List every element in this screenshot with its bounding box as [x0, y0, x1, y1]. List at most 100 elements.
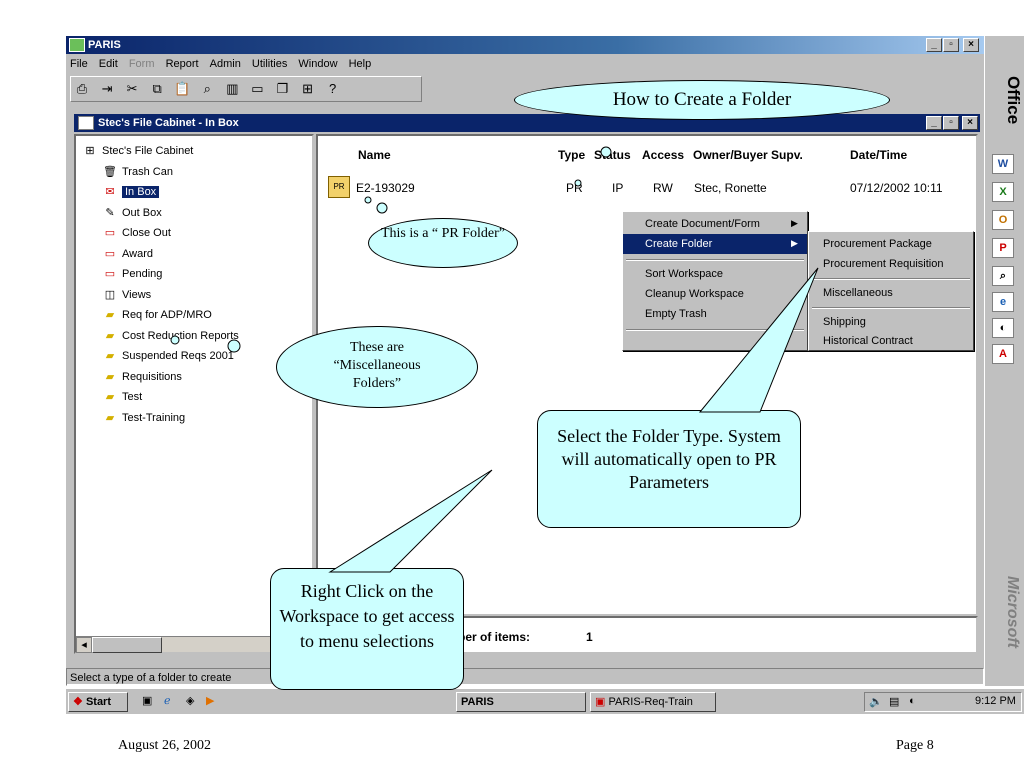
toolbar: ⎙ ⇥ ✂ ⧉ 📋 ⌕ ▥ ▭ ❐ ⊞ ?	[70, 76, 422, 102]
tree-item[interactable]: ▭ Close Out	[102, 224, 171, 242]
speaker-icon[interactable]: 🔈	[869, 695, 883, 708]
window-icon[interactable]: ▭	[248, 80, 266, 98]
tree-item[interactable]: ▰ Requisitions	[102, 368, 182, 386]
copy-icon[interactable]: ⧉	[148, 80, 166, 98]
help-icon[interactable]: ?	[324, 80, 342, 98]
submenu-historical-contract[interactable]: Historical Contract	[809, 331, 973, 351]
paste-icon[interactable]: 📋	[173, 80, 191, 98]
submenu-miscellaneous[interactable]: Miscellaneous	[809, 283, 973, 303]
tree-item[interactable]: ▭ Pending	[102, 265, 163, 283]
task-req-label: PARIS-Req-Train	[608, 696, 693, 708]
menu-admin[interactable]: Admin	[210, 58, 241, 70]
menu-window[interactable]: Window	[298, 58, 337, 70]
tile-icon[interactable]: ⊞	[299, 80, 317, 98]
app-title: PARIS	[88, 39, 121, 51]
cabinet-maximize-button[interactable]: ▫	[943, 116, 959, 130]
submenu-procurement-requisition[interactable]: Procurement Requisition	[809, 254, 973, 274]
tree-item-label: Test	[122, 391, 143, 403]
col-status[interactable]: Status	[594, 148, 631, 162]
minimize-button[interactable]: _	[926, 38, 942, 52]
quicklaunch-desktop-icon[interactable]: ▣	[142, 694, 152, 707]
row-owner: Stec, Ronette	[694, 181, 767, 195]
tree-item[interactable]: ▰ Cost Reduction Reports	[102, 327, 239, 345]
tray-app-icon[interactable]: ◐	[909, 695, 916, 707]
menu-create-document[interactable]: Create Document/Form	[623, 214, 807, 234]
col-type[interactable]: Type	[558, 148, 585, 162]
tree-item[interactable]: ▰ Test	[102, 388, 142, 406]
quicklaunch-media-icon[interactable]: ▶	[206, 694, 214, 707]
start-button[interactable]: ❖ Start	[68, 692, 128, 712]
menu-form[interactable]: Form	[129, 58, 155, 70]
inbox-icon: ✉	[105, 186, 115, 198]
tree-item[interactable]: ▰ Test-Training	[102, 409, 185, 427]
quicklaunch-ie-icon[interactable]: ℯ	[164, 694, 171, 707]
tree-item[interactable]: ✎ Out Box	[102, 204, 161, 222]
start-label: Start	[85, 696, 111, 708]
tree-item[interactable]: 🗑 Trash Can	[102, 163, 173, 181]
tree-item-label: Views	[122, 288, 152, 301]
tree-item[interactable]: ⊞ Stec's File Cabinet	[82, 142, 193, 160]
scroll-thumb[interactable]	[92, 637, 162, 653]
row-type: PR	[566, 181, 583, 195]
excel-icon[interactable]: X	[992, 182, 1014, 202]
menu-empty-trash[interactable]: Empty Trash	[623, 304, 807, 324]
tree-item[interactable]: ▰ Suspended Reqs 2001	[102, 347, 234, 365]
tree-item-label: Close Out	[122, 227, 171, 239]
tree-item[interactable]: ▭ Award	[102, 245, 153, 263]
menu-cleanup-workspace[interactable]: Cleanup Workspace	[623, 284, 807, 304]
scroll-left-icon[interactable]: ◂	[76, 637, 92, 653]
item-count-label: ber of items:	[458, 630, 531, 644]
task-paris-req-train[interactable]: ▣ PARIS-Req-Train	[590, 692, 716, 712]
menu-report[interactable]: Report	[166, 58, 199, 70]
col-access[interactable]: Access	[642, 148, 684, 162]
close-button[interactable]: ×	[963, 38, 979, 52]
views-icon: ◫	[104, 288, 116, 301]
cut-icon[interactable]: ✂	[123, 80, 141, 98]
menu-separator	[626, 329, 804, 331]
tree-item[interactable]: ◫ Views	[102, 286, 151, 304]
menu-create-folder[interactable]: Create Folder	[623, 234, 807, 254]
cabinet-minimize-button[interactable]: _	[926, 116, 942, 130]
explorer-icon[interactable]: ⌕	[992, 266, 1014, 286]
ie-icon[interactable]: e	[992, 292, 1014, 312]
columns-icon[interactable]: ▥	[223, 80, 241, 98]
col-owner[interactable]: Owner/Buyer Supv.	[693, 148, 803, 162]
quicklaunch-channels-icon[interactable]: ◈	[186, 694, 194, 707]
status-bar: Select a type of a folder to create	[66, 668, 984, 686]
cabinet-close-button[interactable]: ×	[962, 116, 978, 130]
tree-item[interactable]: ✉ In Box	[102, 183, 160, 201]
menu-sort-workspace[interactable]: Sort Workspace	[623, 264, 807, 284]
menu-file[interactable]: File	[70, 58, 88, 70]
col-name[interactable]: Name	[358, 148, 391, 162]
print-icon[interactable]: ⎙	[73, 80, 91, 98]
network-icon[interactable]: ▤	[889, 695, 899, 708]
task-paris[interactable]: PARIS	[456, 692, 586, 712]
cascade-icon[interactable]: ❐	[274, 80, 292, 98]
taskbar: ❖ Start ▣ ℯ ◈ ▶ PARIS ▣ PARIS-Req-Train …	[66, 688, 1024, 714]
submenu-shipping[interactable]: Shipping	[809, 312, 973, 332]
folder-icon: ▰	[105, 309, 115, 321]
outlook-icon[interactable]: O	[992, 210, 1014, 230]
row-name[interactable]: E2-193029	[356, 181, 415, 195]
powerpoint-icon[interactable]: P	[992, 238, 1014, 258]
menu-help[interactable]: Help	[349, 58, 372, 70]
col-datetime[interactable]: Date/Time	[850, 148, 907, 162]
pr-folder-icon[interactable]: PR	[328, 176, 350, 198]
menu-edit[interactable]: Edit	[99, 58, 118, 70]
tree-item-label: Cost Reduction Reports	[122, 329, 239, 342]
tree-item-label: Stec's File Cabinet	[102, 145, 194, 157]
exit-icon[interactable]: ⇥	[98, 80, 116, 98]
tray-app-icon[interactable]: ◐	[992, 318, 1014, 338]
app-logo-icon	[69, 38, 85, 52]
tree-item-label: In Box	[122, 186, 160, 198]
menu-separator	[626, 259, 804, 261]
acrobat-icon[interactable]: A	[992, 344, 1014, 364]
find-icon[interactable]: ⌕	[198, 80, 216, 98]
menu-utilities[interactable]: Utilities	[252, 58, 287, 70]
word-icon[interactable]: W	[992, 154, 1014, 174]
submenu-procurement-package[interactable]: Procurement Package	[809, 234, 973, 254]
menu-separator	[812, 307, 970, 309]
tree-item[interactable]: ▰ Req for ADP/MRO	[102, 306, 212, 324]
title-callout: How to Create a Folder	[514, 80, 890, 120]
maximize-button[interactable]: ▫	[943, 38, 959, 52]
